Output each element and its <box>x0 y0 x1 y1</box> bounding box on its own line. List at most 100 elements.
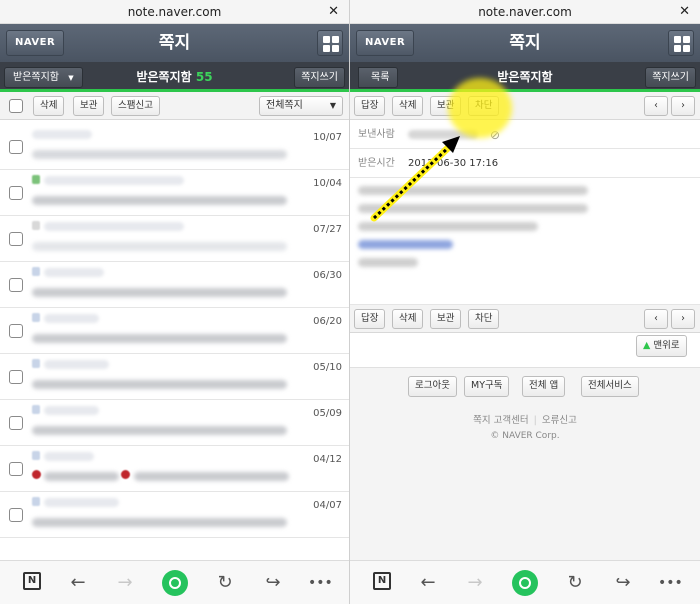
message-checkbox[interactable] <box>9 232 23 246</box>
logout-button[interactable]: 로그아웃 <box>408 376 457 397</box>
message-row[interactable]: 10/07 <box>0 124 349 170</box>
forward-icon[interactable]: → <box>463 571 487 595</box>
naver-n-icon[interactable]: N <box>23 572 41 590</box>
next-message-button[interactable]: › <box>671 309 695 329</box>
block-button[interactable]: 차단 <box>468 309 500 329</box>
all-apps-button[interactable]: 전체 앱 <box>522 376 566 397</box>
keep-button[interactable]: 보관 <box>430 96 462 116</box>
naver-logo-button[interactable]: NAVER <box>356 30 415 56</box>
message-sender-blurred <box>44 406 99 415</box>
chevron-down-icon: ▼ <box>329 101 336 110</box>
message-checkbox[interactable] <box>9 278 23 292</box>
message-row[interactable]: 07/27 <box>0 216 349 262</box>
refresh-icon[interactable]: ↻ <box>563 571 587 595</box>
grid-menu-button[interactable] <box>668 30 694 56</box>
block-button[interactable]: 차단 <box>468 96 500 116</box>
message-preview-blurred <box>32 150 287 159</box>
message-checkbox[interactable] <box>9 416 23 430</box>
close-icon[interactable]: ✕ <box>679 0 690 24</box>
next-message-button[interactable]: › <box>671 96 695 116</box>
body-link[interactable] <box>358 240 453 249</box>
my-subscription-button[interactable]: MY구독 <box>464 376 510 397</box>
delete-button[interactable]: 삭제 <box>392 309 424 329</box>
list-toolbar: 삭제 보관 스팸신고 전체쪽지 ▼ <box>0 92 349 120</box>
message-date: 04/12 <box>313 454 342 465</box>
url-bar[interactable]: note.naver.com ✕ <box>350 0 700 24</box>
message-row[interactable]: 04/12 <box>0 446 349 492</box>
app-header: NAVER 쪽지 <box>350 24 700 62</box>
url-text: note.naver.com <box>127 5 222 19</box>
sender-avatar-icon <box>32 313 40 322</box>
keep-button[interactable]: 보관 <box>73 96 105 116</box>
write-message-button[interactable]: 쪽지쓰기 <box>294 67 345 88</box>
more-icon[interactable]: ••• <box>308 571 333 595</box>
forward-icon[interactable]: → <box>113 571 137 595</box>
message-preview-blurred <box>32 518 287 527</box>
prev-message-button[interactable]: ‹ <box>644 96 668 116</box>
back-icon[interactable]: ← <box>66 571 90 595</box>
message-row[interactable]: 06/30 <box>0 262 349 308</box>
message-sender-blurred <box>44 222 184 231</box>
select-all-checkbox[interactable] <box>9 99 23 113</box>
message-sender-blurred <box>44 314 99 323</box>
all-services-button[interactable]: 전체서비스 <box>581 376 639 397</box>
message-checkbox[interactable] <box>9 462 23 476</box>
refresh-icon[interactable]: ↻ <box>213 571 237 595</box>
message-preview-blurred <box>32 426 287 435</box>
scroll-top-button[interactable]: ▲ 맨위로 <box>636 335 687 357</box>
share-icon[interactable]: ↪ <box>261 571 285 595</box>
message-checkbox[interactable] <box>9 370 23 384</box>
folder-select[interactable]: 받은쪽지함 ▼ <box>4 67 83 88</box>
arrow-up-icon: ▲ <box>643 340 651 351</box>
inbox-count: 55 <box>195 70 213 84</box>
message-date: 10/07 <box>313 132 342 143</box>
footer-links: 쪽지 고객센터 | 오류신고 <box>350 412 700 426</box>
sender-avatar-icon <box>32 175 40 184</box>
message-filter-select[interactable]: 전체쪽지 ▼ <box>259 96 343 116</box>
message-sender-blurred <box>44 176 184 185</box>
sender-row: 보낸사람 ⊘ <box>350 120 700 149</box>
url-bar[interactable]: note.naver.com ✕ <box>0 0 349 24</box>
home-icon[interactable] <box>512 570 538 596</box>
back-icon[interactable]: ← <box>416 571 440 595</box>
message-sender-blurred <box>44 452 94 461</box>
message-preview-blurred <box>44 472 119 481</box>
naver-logo-button[interactable]: NAVER <box>6 30 65 56</box>
back-to-list-button[interactable]: 목록 <box>358 67 399 88</box>
customer-center-link[interactable]: 쪽지 고객센터 <box>473 415 528 426</box>
heart-icon <box>121 470 130 479</box>
message-checkbox[interactable] <box>9 186 23 200</box>
message-row[interactable]: 04/07 <box>0 492 349 538</box>
spam-report-button[interactable]: 스팸신고 <box>111 96 160 116</box>
close-icon[interactable]: ✕ <box>328 0 339 24</box>
home-icon[interactable] <box>162 570 188 596</box>
inbox-title-text: 받은쪽지함 <box>136 70 192 84</box>
delete-button[interactable]: 삭제 <box>392 96 424 116</box>
error-report-link[interactable]: 오류신고 <box>542 415 577 426</box>
share-icon[interactable]: ↪ <box>611 571 635 595</box>
reply-button[interactable]: 답장 <box>354 96 386 116</box>
naver-n-icon[interactable]: N <box>373 572 391 590</box>
message-preview-blurred <box>32 196 287 205</box>
message-checkbox[interactable] <box>9 324 23 338</box>
block-user-icon[interactable]: ⊘ <box>490 128 500 142</box>
message-date: 07/27 <box>313 224 342 235</box>
message-row[interactable]: 05/09 <box>0 400 349 446</box>
more-icon[interactable]: ••• <box>658 571 683 595</box>
message-row[interactable]: 10/04 <box>0 170 349 216</box>
prev-message-button[interactable]: ‹ <box>644 309 668 329</box>
chevron-right-icon: › <box>681 100 685 111</box>
message-date: 06/30 <box>313 270 342 281</box>
reply-button[interactable]: 답장 <box>354 309 386 329</box>
message-row[interactable]: 06/20 <box>0 308 349 354</box>
keep-button[interactable]: 보관 <box>430 309 462 329</box>
message-checkbox[interactable] <box>9 508 23 522</box>
write-message-button[interactable]: 쪽지쓰기 <box>645 67 696 88</box>
delete-button[interactable]: 삭제 <box>33 96 65 116</box>
grid-menu-button[interactable] <box>317 30 343 56</box>
message-row[interactable]: 05/10 <box>0 354 349 400</box>
message-preview-blurred <box>32 242 287 251</box>
sender-name-blurred <box>408 130 478 139</box>
sender-avatar-icon <box>32 497 40 506</box>
message-checkbox[interactable] <box>9 140 23 154</box>
